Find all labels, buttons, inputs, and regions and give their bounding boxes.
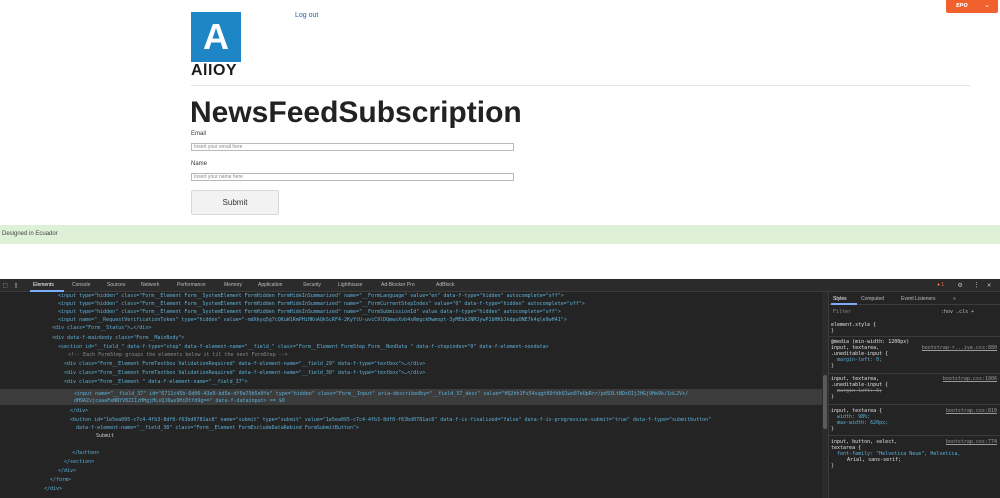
tab-adblock[interactable]: AdBlock — [436, 282, 454, 288]
styles-tabbar: Styles Computed Event Listeners » — [829, 292, 1000, 305]
tree-line[interactable]: <div class="Form__Element FormTextbox Va… — [64, 360, 425, 368]
hov-cls-toggles[interactable]: :hov .cls + — [941, 309, 974, 315]
style-rule[interactable]: @media (min-width: 1200px) input, textar… — [831, 339, 997, 369]
rule-divider — [829, 336, 1000, 337]
name-field[interactable] — [191, 173, 514, 181]
tree-line[interactable]: </section> — [64, 458, 94, 466]
logo-letter: A — [203, 16, 229, 57]
styles-filter-input[interactable]: Filter — [833, 309, 933, 316]
styles-tab-indicator — [831, 303, 857, 305]
tree-line[interactable]: data-f-element-name="__field_38" class="… — [76, 424, 359, 432]
tab-security[interactable]: Security — [303, 282, 321, 288]
inspect-icon[interactable]: ⬚ — [3, 281, 7, 289]
tab-lighthouse[interactable]: Lighthouse — [338, 282, 362, 288]
logo-wordmark: AlIOY — [191, 62, 238, 79]
rule-source-link[interactable]: bootstrap.css:1006 — [943, 376, 997, 382]
rule-source-link[interactable]: bootstrap-r...ive.css:880 — [922, 345, 997, 351]
rule-source-link[interactable]: bootstrap.css:810 — [946, 408, 997, 414]
style-rule[interactable]: input, button, select, bootstrap.css:774… — [831, 439, 997, 469]
tree-line[interactable]: </div> — [58, 467, 76, 475]
style-rule[interactable]: input, textarea, bootstrap.css:1006 .une… — [831, 376, 997, 400]
rule-close: } — [831, 363, 835, 369]
tree-line[interactable]: <input name="__RequestVerificationToken"… — [58, 316, 567, 324]
elements-tree: <input type="hidden" class="Form__Elemen… — [0, 292, 824, 498]
tab-ad-blocker-pro[interactable]: Ad-Blocker Pro — [381, 282, 415, 288]
styles-pane: Styles Computed Event Listeners » Filter… — [828, 292, 1000, 498]
tree-line[interactable]: </div> — [44, 485, 62, 493]
tree-line[interactable]: <section id="__field_" data-f-type="step… — [58, 343, 549, 351]
tree-line-selected-cont[interactable]: dH9AZvjcaaaFeNNYV8ZIIzHHgjHLsQJ6wu9HiDtY… — [74, 397, 285, 405]
device-toggle-icon[interactable]: ▯ — [14, 281, 18, 289]
tab-performance[interactable]: Performance — [177, 282, 206, 288]
tree-line[interactable]: <div class="Form__Status">…</div> — [52, 324, 151, 332]
rule-declaration-text: margin-left: 0; — [837, 357, 883, 363]
tab-event-listeners[interactable]: Event Listeners — [901, 296, 935, 302]
rule-selector-text: input, textarea, — [831, 376, 880, 382]
more-tabs-icon[interactable]: » — [953, 296, 956, 302]
devtools-tabbar: ⬚ ▯ Elements Console Sources Network Per… — [0, 279, 1000, 292]
rule-selector-text: input, textarea, — [831, 345, 880, 351]
tree-line[interactable]: <input type="hidden" class="Form__Elemen… — [58, 292, 564, 300]
tab-memory[interactable]: Memory — [224, 282, 242, 288]
tab-elements[interactable]: Elements — [33, 282, 54, 288]
tree-line[interactable]: </button> — [72, 449, 99, 457]
tree-line[interactable]: <button id="1e5ea095-c7c4-4fb3-8df0-f63b… — [70, 416, 711, 424]
name-label: Name — [191, 161, 208, 167]
rule-divider — [829, 435, 1000, 436]
header-divider — [191, 85, 970, 86]
error-count: 1 — [941, 282, 945, 288]
elements-scroll-thumb[interactable] — [823, 375, 827, 429]
tree-line[interactable]: <div class="Form__Element " data-f-eleme… — [64, 378, 248, 386]
rule-divider — [829, 373, 1000, 374]
email-field[interactable] — [191, 143, 514, 151]
chevron-down-icon: ⌄ — [984, 2, 990, 9]
rule-selector: input, textarea, bootstrap-r...ive.css:8… — [831, 345, 997, 351]
rule-selector: input, textarea { bootstrap.css:810 — [831, 408, 997, 414]
alloy-logo[interactable]: A — [191, 12, 241, 62]
style-rule[interactable]: element.style { } — [831, 322, 997, 334]
footer: Designed in Ecuador — [0, 225, 1000, 244]
extension-logo: ᴇᴘᴏ — [956, 2, 968, 9]
style-rule[interactable]: input, textarea { bootstrap.css:810 widt… — [831, 408, 997, 432]
gear-icon[interactable]: ⚙ — [958, 281, 962, 289]
footer-text: Designed in Ecuador — [2, 231, 58, 237]
more-options-icon[interactable]: ⋮ — [973, 281, 980, 289]
error-count-badge[interactable]: ● 1 — [937, 282, 944, 288]
tree-line[interactable]: <div class="Form__Element FormTextbox Va… — [64, 369, 425, 377]
rule-close: } — [831, 394, 835, 400]
tree-comment[interactable]: <!-- Each FormStep groups the elements b… — [68, 351, 288, 359]
rule-close: } — [831, 328, 835, 334]
rule-divider — [829, 404, 1000, 405]
tree-line[interactable]: <div data-f-mainbody class="Form__MainBo… — [52, 334, 184, 342]
tab-network[interactable]: Network — [141, 282, 159, 288]
extension-button[interactable]: ᴇᴘᴏ ⌄ — [946, 0, 998, 13]
tree-line[interactable]: <input type="hidden" class="Form__Elemen… — [58, 308, 561, 316]
submit-button[interactable]: Submit — [191, 190, 279, 215]
tab-console[interactable]: Console — [72, 282, 90, 288]
web-page: A AlIOY Log out NewsFeedSubscription Ema… — [0, 0, 1000, 248]
close-icon[interactable]: ✕ — [987, 281, 991, 289]
tab-computed[interactable]: Computed — [861, 296, 884, 302]
tab-styles[interactable]: Styles — [833, 296, 847, 302]
tree-text[interactable]: Submit — [96, 432, 114, 440]
rule-source-link[interactable]: bootstrap.css:774 — [946, 439, 997, 445]
page-title: NewsFeedSubscription — [190, 96, 522, 129]
rule-close: } — [831, 426, 835, 432]
devtools-panel: ⬚ ▯ Elements Console Sources Network Per… — [0, 279, 1000, 498]
rule-selector-text: input, button, select, — [831, 439, 898, 445]
tab-application[interactable]: Application — [258, 282, 282, 288]
rule-selector: input, textarea, bootstrap.css:1006 — [831, 376, 997, 382]
tree-line[interactable]: </div> — [70, 407, 88, 415]
rule-selector-text: input, textarea { — [831, 408, 883, 414]
email-label: Email — [191, 131, 207, 137]
tree-line[interactable]: <input type="hidden" class="Form__Elemen… — [58, 300, 585, 308]
tab-sources[interactable]: Sources — [107, 282, 125, 288]
rule-close: } — [831, 463, 835, 469]
tree-line[interactable]: </form> — [50, 476, 71, 484]
logout-link[interactable]: Log out — [295, 12, 318, 19]
rule-selector: input, button, select, bootstrap.css:774 — [831, 439, 997, 445]
